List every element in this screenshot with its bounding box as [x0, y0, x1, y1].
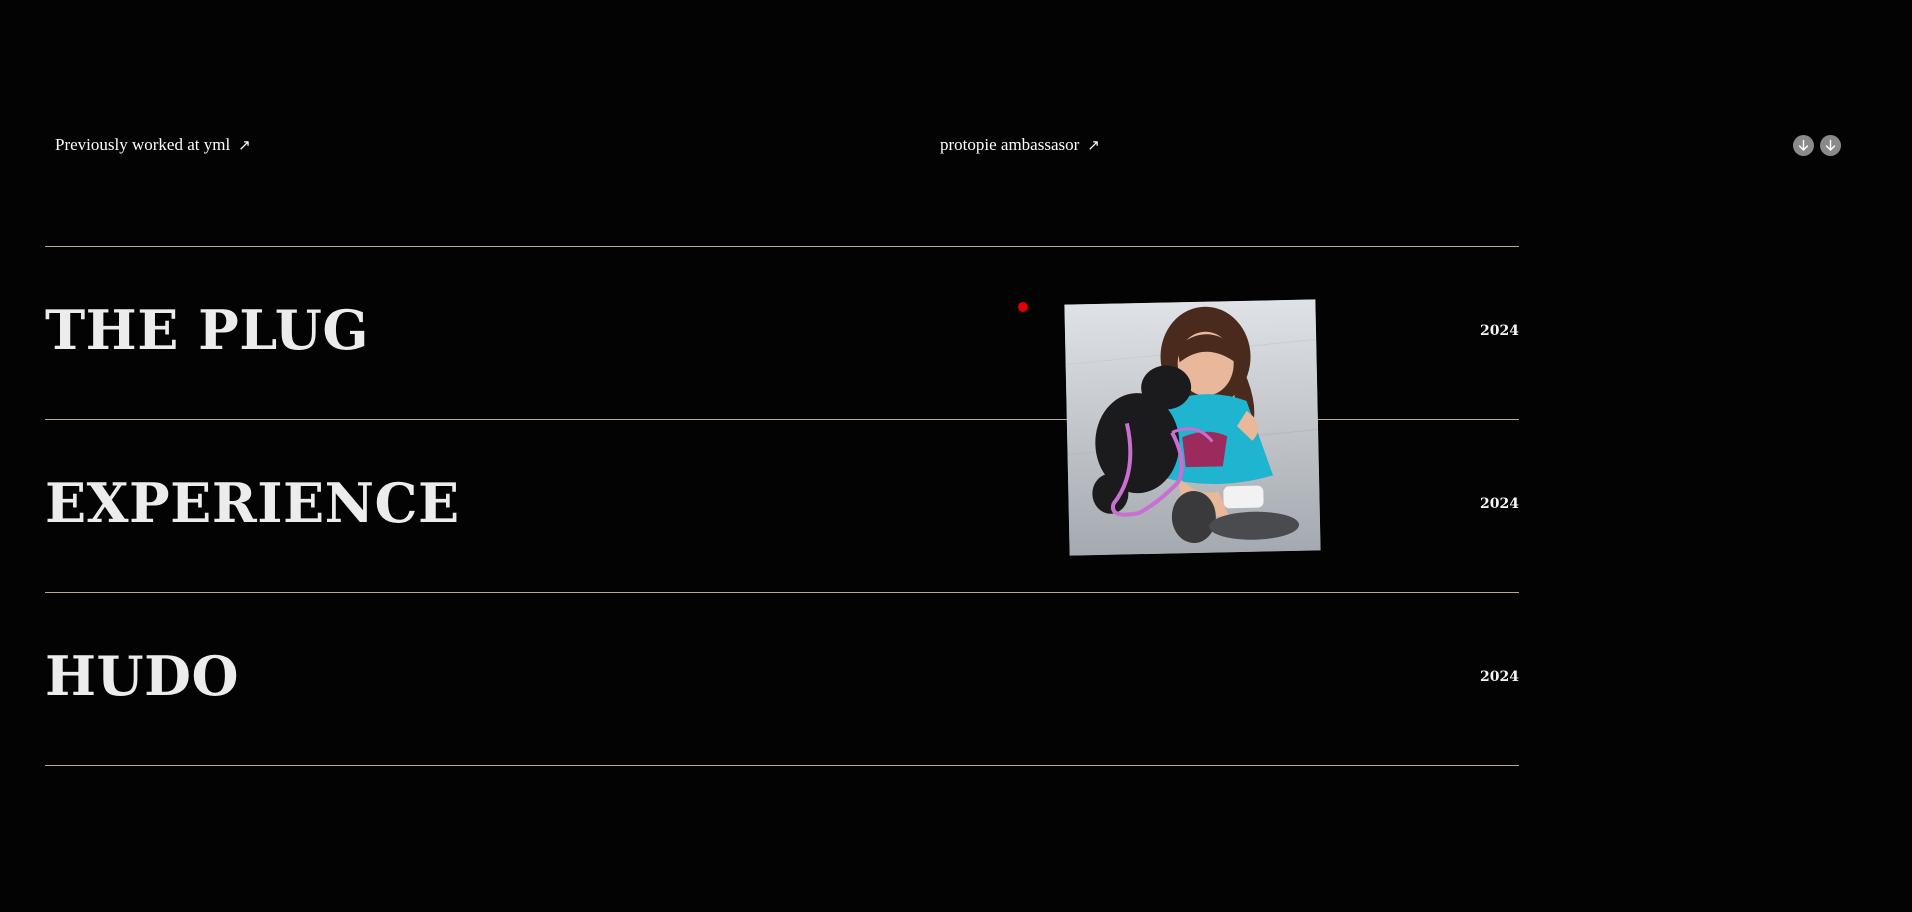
project-year: 2024: [1480, 322, 1519, 339]
external-link-icon: ↗: [1087, 135, 1100, 154]
cursor-dot: [1018, 302, 1028, 312]
arrow-down-icon: [1825, 139, 1836, 151]
project-year: 2024: [1480, 495, 1519, 512]
divider: [45, 765, 1519, 766]
arrow-down-icon: [1798, 139, 1809, 151]
previously-worked-label: Previously worked at yml: [55, 135, 231, 154]
download-button[interactable]: [1820, 135, 1841, 156]
project-preview-image: [1064, 299, 1321, 556]
previously-worked-link[interactable]: Previously worked at yml ↗: [55, 135, 251, 155]
scroll-down-button[interactable]: [1793, 135, 1814, 156]
protopie-ambassador-label: protopie ambassasor: [940, 135, 1080, 154]
photo-girl-with-puppy-icon: [1064, 299, 1321, 556]
header-action-buttons: [1793, 135, 1841, 156]
project-year: 2024: [1480, 668, 1519, 685]
project-title: HUDO: [45, 644, 239, 708]
project-title: EXPERIENCE: [45, 471, 460, 535]
protopie-ambassador-link[interactable]: protopie ambassasor ↗: [940, 135, 1100, 155]
page: Previously worked at yml ↗ protopie amba…: [0, 0, 1912, 912]
external-link-icon: ↗: [238, 135, 251, 154]
project-row-hudo[interactable]: HUDO 2024: [45, 593, 1519, 765]
project-title: THE PLUG: [45, 298, 369, 362]
